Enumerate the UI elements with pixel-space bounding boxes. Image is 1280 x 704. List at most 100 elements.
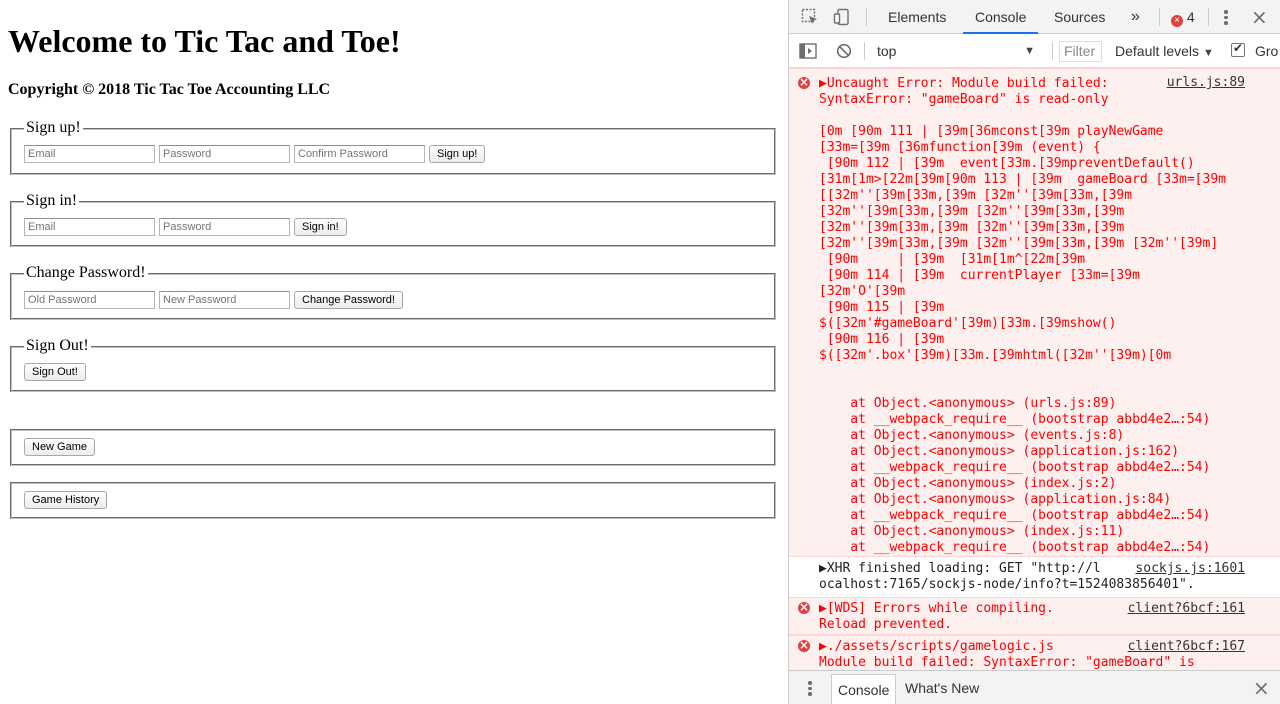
close-drawer-icon[interactable]: × [1253, 671, 1270, 704]
message-line: at Object.<anonymous> (application.js:16… [819, 444, 1180, 459]
signout-fieldset: Sign Out! Sign Out! [10, 336, 776, 392]
message-line: [0m [90m 111 | [39m[36mconst[39m playNew… [819, 124, 1164, 139]
game-history-button[interactable]: Game History [24, 491, 108, 509]
error-count-badge[interactable]: × 4 [1171, 0, 1195, 34]
message-line: at __webpack_require__ (bootstrap abbd4e… [819, 540, 1211, 555]
new-game-fieldset: New Game [10, 429, 776, 466]
message-line: at Object.<anonymous> (urls.js:89) [819, 396, 1117, 411]
error-icon [798, 599, 810, 615]
message-line: [32m''[39m[33m,[39m [32m''[39m[33m,[39m … [819, 236, 1219, 251]
tab-console[interactable]: Console [962, 0, 1039, 34]
drawer-tab-console[interactable]: Console [831, 674, 897, 704]
message-line: at __webpack_require__ (bootstrap abbd4e… [819, 460, 1211, 475]
console-message-error[interactable]: ▶Uncaught Error: Module build failed:Syn… [789, 68, 1280, 557]
message-line [819, 380, 1226, 396]
message-line: ▶[WDS] Errors while compiling. [819, 601, 1054, 616]
drawer-tab-whats-new[interactable]: What's New [905, 671, 979, 704]
signup-button[interactable]: Sign up! [429, 145, 486, 163]
web-page: Welcome to Tic Tac and Toe! Copyright © … [0, 0, 788, 704]
signin-fieldset: Sign in! Sign in! [10, 191, 776, 247]
message-line: at Object.<anonymous> (index.js:11) [819, 524, 1125, 539]
source-link[interactable]: sockjs.js:1601 [1135, 561, 1245, 577]
message-line: at Object.<anonymous> (events.js:8) [819, 428, 1125, 443]
signup-confirm-password-input[interactable] [294, 145, 425, 163]
context-selector[interactable]: top ▼ [877, 34, 1039, 68]
kebab-menu-icon[interactable] [1222, 8, 1230, 26]
new-password-input[interactable] [159, 291, 290, 309]
message-line: at __webpack_require__ (bootstrap abbd4e… [819, 412, 1211, 427]
message-line: [90m 115 | [39m [819, 300, 945, 315]
error-icon [798, 74, 810, 90]
message-line: Reload prevented. [819, 617, 953, 632]
clear-console-icon[interactable] [836, 43, 852, 59]
signin-password-input[interactable] [159, 218, 290, 236]
message-line: at Object.<anonymous> (application.js:84… [819, 492, 1172, 507]
console-filter-bar: top ▼ Filter Default levels ▼ ✔ Gro [789, 34, 1280, 68]
checkmark-icon: ✔ [1233, 41, 1244, 55]
filter-input[interactable]: Filter [1059, 41, 1102, 62]
new-game-button[interactable]: New Game [24, 438, 96, 456]
source-link[interactable]: urls.js:89 [1167, 75, 1245, 91]
signup-password-input[interactable] [159, 145, 290, 163]
tab-elements[interactable]: Elements [888, 0, 946, 34]
copyright-text: Copyright © 2018 Tic Tac Toe Accounting … [8, 81, 331, 98]
drawer-menu-icon[interactable] [807, 679, 813, 697]
group-similar-checkbox[interactable]: ✔ [1231, 41, 1245, 57]
message-text: ▶[WDS] Errors while compiling. Reload pre… [819, 601, 1054, 633]
message-line: [90m 114 | [39m currentPlayer [33m=[39m [819, 268, 1140, 283]
message-line: [32m''[39m[33m,[39m [32m''[39m[33m,[39m [819, 220, 1125, 235]
group-similar-label: Gro [1255, 43, 1279, 59]
console-message-info[interactable]: ▶XHR finished loading: GET "http://l ocal… [789, 557, 1280, 597]
device-toolbar-icon[interactable] [833, 8, 851, 26]
message-line: [33m=[39m [36mfunction[39m (event) { [819, 140, 1101, 155]
message-line: $([32m'.box'[39m)[33m.[39mhtml([32m''[39… [819, 348, 1172, 363]
message-line: Module build failed: SyntaxError: "gameB… [819, 655, 1195, 670]
message-line: [90m 116 | [39m [819, 332, 945, 347]
levels-arrow-icon: ▼ [1202, 47, 1214, 59]
log-levels-dropdown[interactable]: Default levels ▼ [1115, 34, 1214, 68]
change-password-legend: Change Password! [24, 263, 148, 283]
message-line [819, 108, 1226, 124]
signup-email-input[interactable] [24, 145, 155, 163]
source-link[interactable]: client?6bcf:167 [1128, 639, 1245, 655]
more-tabs-icon[interactable]: » [1131, 0, 1140, 34]
inspect-element-icon[interactable] [801, 8, 819, 26]
message-line: ocalhost:7165/sockjs-node/info?t=1524083… [819, 577, 1195, 592]
page-title: Welcome to Tic Tac and Toe! [8, 23, 401, 59]
signup-legend: Sign up! [24, 118, 83, 138]
message-line: [31m[1m>[22m[39m[90m 113 | [39m gameBoar… [819, 172, 1226, 187]
message-line: [32m'O'[39m [819, 284, 906, 299]
devtools-tabbar: Elements Console Sources » × 4 × [789, 0, 1280, 34]
devtools-panel: Elements Console Sources » × 4 × top ▼ F… [788, 0, 1280, 704]
message-line: [32m''[39m[33m,[39m [32m''[39m[33m,[39m [819, 204, 1125, 219]
signup-fieldset: Sign up! Sign up! [10, 118, 776, 175]
signout-legend: Sign Out! [24, 336, 91, 356]
game-history-fieldset: Game History [10, 482, 776, 519]
change-password-fieldset: Change Password! Change Password! [10, 263, 776, 320]
change-password-button[interactable]: Change Password! [294, 291, 403, 309]
console-message-error[interactable]: ▶./assets/scripts/gamelogic.jsModule bui… [789, 635, 1280, 670]
signin-email-input[interactable] [24, 218, 155, 236]
message-line: $([32m'#gameBoard'[39m)[33m.[39mshow() [819, 316, 1117, 331]
tab-sources[interactable]: Sources [1054, 0, 1105, 34]
message-line [819, 364, 1226, 380]
message-line: [90m | [39m [31m[1m^[22m[39m [819, 252, 1086, 267]
error-icon [798, 637, 810, 653]
console-messages: ▶Uncaught Error: Module build failed:Syn… [789, 68, 1280, 670]
old-password-input[interactable] [24, 291, 155, 309]
message-line: [[32m''[39m[33m,[39m [32m''[39m[33m,[39m [819, 188, 1133, 203]
error-icon: × [1171, 15, 1183, 27]
message-line: ▶Uncaught Error: Module build failed: [819, 76, 1109, 91]
signin-button[interactable]: Sign in! [294, 218, 347, 236]
message-line: at Object.<anonymous> (index.js:2) [819, 476, 1117, 491]
signout-button[interactable]: Sign Out! [24, 363, 86, 381]
message-line: SyntaxError: "gameBoard" is read-only [819, 92, 1109, 107]
message-text: ▶Uncaught Error: Module build failed: Syn… [819, 76, 1226, 556]
toggle-sidebar-icon[interactable] [799, 43, 817, 59]
console-drawer-bar: Console What's New × [789, 670, 1280, 704]
message-line: [90m 112 | [39m event[33m.[39mpreventDef… [819, 156, 1195, 171]
console-message-error[interactable]: ▶[WDS] Errors while compiling.Reload pre… [789, 597, 1280, 635]
source-link[interactable]: client?6bcf:161 [1128, 601, 1245, 617]
close-devtools-icon[interactable]: × [1251, 0, 1268, 34]
signin-legend: Sign in! [24, 191, 80, 211]
